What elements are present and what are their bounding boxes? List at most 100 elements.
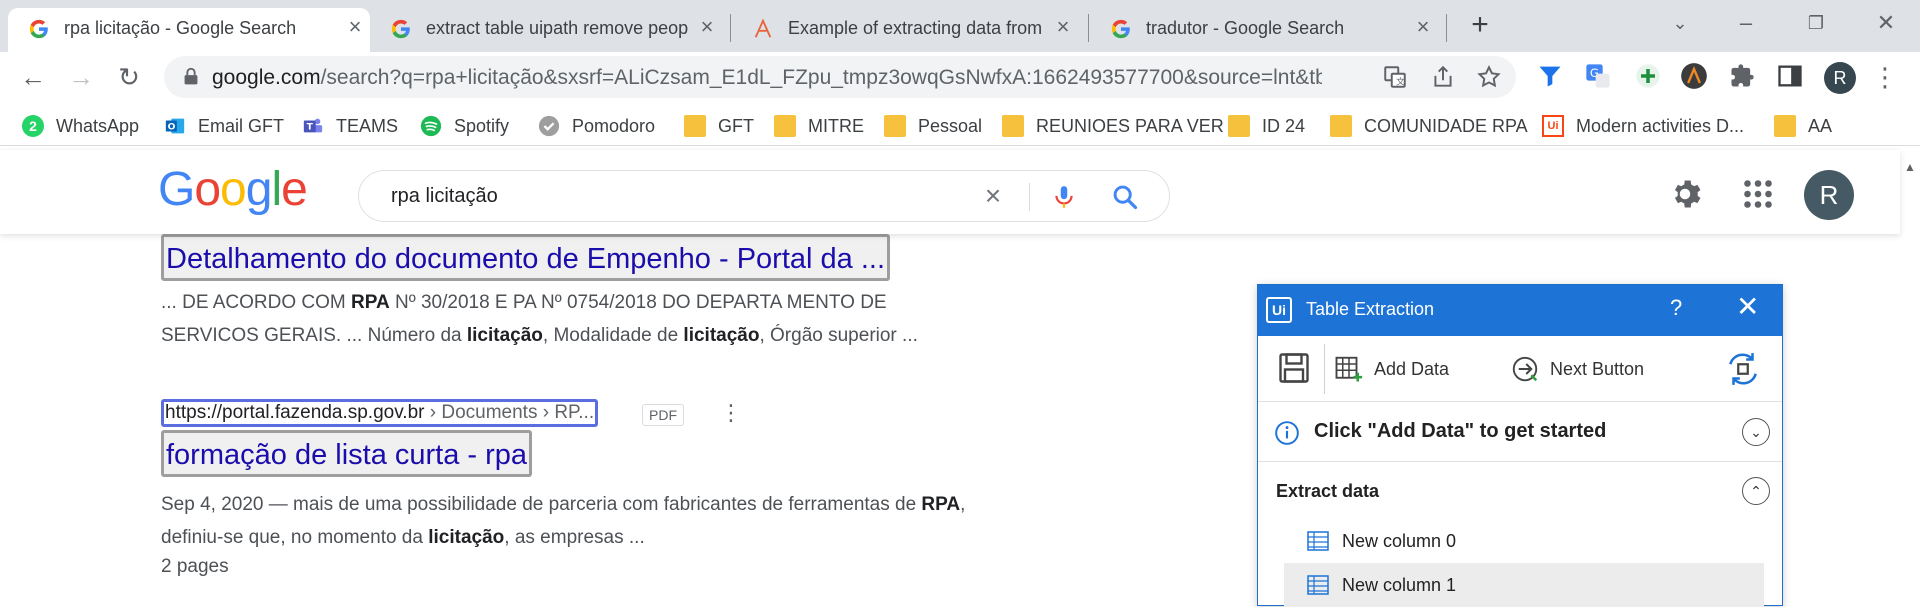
help-icon[interactable]: ?	[1670, 295, 1682, 321]
bookmark-folder-id24[interactable]: ID 24	[1228, 112, 1305, 140]
table-column-icon	[1307, 531, 1329, 551]
translate-page-icon[interactable]: 文	[1382, 64, 1408, 90]
bookmark-teams[interactable]: T TEAMS	[302, 112, 398, 140]
folder-icon	[1002, 115, 1024, 137]
bookmark-email-gft[interactable]: O Email GFT	[164, 112, 284, 140]
add-table-icon	[1335, 356, 1363, 382]
side-panel-icon[interactable]	[1776, 62, 1804, 90]
save-icon[interactable]	[1276, 350, 1312, 386]
search-icon[interactable]	[1111, 183, 1139, 211]
google-favicon-icon	[29, 19, 48, 39]
settings-gear-icon[interactable]	[1670, 176, 1706, 212]
result-page-count: 2 pages	[161, 556, 229, 577]
snippet-text: definiu-se que, no momento da	[161, 527, 429, 548]
panel-close-icon[interactable]: ✕	[1736, 293, 1759, 321]
tab-close-icon[interactable]: ×	[342, 14, 368, 40]
info-banner: Click "Add Data" to get started ⌄	[1258, 402, 1782, 462]
spotify-icon	[420, 115, 442, 137]
column-item[interactable]: New column 0	[1284, 519, 1764, 563]
tab-title: Example of extracting data from	[788, 18, 1043, 38]
google-account-avatar[interactable]: R	[1804, 170, 1854, 220]
bookmark-label: TEAMS	[336, 115, 399, 136]
whatsapp-icon: 2	[22, 115, 44, 137]
column-label: New column 0	[1342, 530, 1457, 551]
microphone-icon[interactable]	[1051, 183, 1077, 211]
tab-tradutor[interactable]: tradutor - Google Search ×	[1090, 8, 1446, 52]
snippet-keyword: licitação	[466, 325, 543, 346]
tab-separator	[730, 14, 731, 42]
tab-search-chevron-icon[interactable]: ⌄	[1660, 6, 1700, 40]
result-options-icon[interactable]: ⋮	[720, 402, 742, 424]
column-item-selected[interactable]: New column 1	[1284, 563, 1764, 607]
forward-arrow-icon[interactable]: →	[64, 60, 98, 94]
chevron-up-icon[interactable]: ⌃	[1742, 477, 1770, 505]
next-button-button[interactable]: Next Button	[1510, 352, 1644, 386]
scrollbar-up-arrow-icon[interactable]: ▲	[1900, 160, 1920, 180]
bookmark-folder-gft[interactable]: GFT	[684, 112, 754, 140]
svg-text:文: 文	[1396, 76, 1405, 88]
search-query[interactable]: rpa licitação	[391, 185, 498, 208]
table-extraction-panel: Ui Table Extraction ? ✕ Add Data Next Bu…	[1257, 284, 1783, 607]
window-close-icon[interactable]: ✕	[1866, 6, 1906, 40]
bookmark-star-icon[interactable]	[1476, 64, 1502, 90]
bookmark-modern-activities[interactable]: Ui Modern activities D...	[1542, 112, 1744, 140]
tab-title: tradutor - Google Search	[1146, 18, 1345, 38]
puzzle-extensions-icon[interactable]	[1728, 62, 1756, 90]
snippet-keyword: RPA	[921, 494, 961, 515]
bookmark-folder-mitre[interactable]: MITRE	[774, 112, 864, 140]
result-url-path: › Documents › RP...	[424, 402, 595, 423]
add-extension-icon[interactable]	[1634, 62, 1662, 90]
result-title-link[interactable]: Detalhamento do documento de Empenho - P…	[161, 234, 890, 281]
bookmark-folder-pessoal[interactable]: Pessoal	[884, 112, 982, 140]
address-bar[interactable]: google.com/search?q=rpa+licitação&sxsrf=…	[164, 56, 1516, 98]
chevron-down-icon[interactable]: ⌄	[1742, 418, 1770, 446]
clear-search-icon[interactable]: ×	[979, 182, 1007, 211]
tab-close-icon[interactable]: ×	[1050, 14, 1076, 40]
google-apps-grid-icon[interactable]	[1740, 176, 1776, 212]
uipath-favicon-icon	[754, 18, 772, 38]
refresh-sync-icon[interactable]	[1724, 350, 1762, 388]
add-data-button[interactable]: Add Data	[1334, 352, 1449, 386]
profile-avatar[interactable]: R	[1824, 62, 1856, 94]
back-arrow-icon[interactable]: ←	[16, 60, 50, 94]
folder-icon	[1330, 115, 1352, 137]
pdf-badge: PDF	[642, 404, 684, 426]
tab-strip: rpa licitação - Google Search × extract …	[0, 0, 1920, 52]
result-title-link[interactable]: formação de lista curta - rpa	[161, 430, 533, 477]
share-icon[interactable]	[1430, 64, 1456, 90]
restore-icon[interactable]: ❐	[1796, 6, 1836, 40]
browser-menu-icon[interactable]: ⋮	[1872, 60, 1898, 94]
bookmark-label: Modern activities D...	[1576, 115, 1745, 136]
tab-example-extracting[interactable]: Example of extracting data from ×	[732, 8, 1088, 52]
reload-icon[interactable]: ↻	[112, 60, 146, 94]
uipath-extension-icon[interactable]	[1680, 62, 1708, 90]
bookmark-label: MITRE	[808, 115, 864, 136]
folder-icon	[1774, 115, 1796, 137]
info-icon	[1275, 421, 1299, 445]
bookmark-folder-reunioes[interactable]: REUNIOES PARA VER	[1002, 112, 1224, 140]
add-data-label: Add Data	[1374, 358, 1450, 379]
google-translate-extension-icon[interactable]: G	[1584, 62, 1612, 90]
tab-extract-table[interactable]: extract table uipath remove peop ×	[370, 8, 732, 52]
bookmark-folder-aa[interactable]: AA	[1774, 112, 1832, 140]
svg-text:O: O	[168, 122, 176, 133]
bookmark-folder-comunidade-rpa[interactable]: COMUNIDADE RPA	[1330, 112, 1528, 140]
new-tab-icon[interactable]: +	[1464, 10, 1496, 42]
minimize-icon[interactable]: –	[1726, 6, 1766, 40]
url-domain: google.com	[212, 66, 321, 89]
search-box[interactable]: rpa licitação ×	[358, 170, 1170, 222]
bookmark-pomodoro[interactable]: Pomodoro	[538, 112, 655, 140]
google-logo[interactable]: Google	[158, 162, 308, 217]
google-favicon-icon	[391, 19, 410, 39]
result-url-host: https://portal.fazenda.sp.gov.br	[165, 402, 425, 423]
extension-filter-icon[interactable]	[1536, 62, 1564, 90]
url-text[interactable]: google.com/search?q=rpa+licitação&sxsrf=…	[212, 66, 1322, 90]
tab-close-icon[interactable]: ×	[694, 14, 720, 40]
bookmark-whatsapp[interactable]: 2 WhatsApp	[22, 112, 139, 140]
snippet-text: , as empresas ...	[504, 527, 645, 548]
result-url-breadcrumb[interactable]: https://portal.fazenda.sp.gov.br › Docum…	[161, 399, 599, 427]
tab-google-search-rpa[interactable]: rpa licitação - Google Search ×	[8, 8, 370, 52]
tab-close-icon[interactable]: ×	[1410, 14, 1436, 40]
google-search-header: Google rpa licitação × R	[0, 150, 1900, 234]
bookmark-spotify[interactable]: Spotify	[420, 112, 509, 140]
